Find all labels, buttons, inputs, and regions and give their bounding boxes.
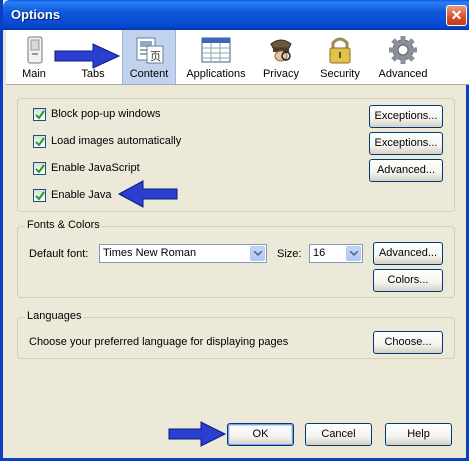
tab-advanced-label: Advanced	[378, 68, 428, 80]
block-popups-checkbox[interactable]	[33, 108, 46, 121]
images-exceptions-button[interactable]: Exceptions...	[369, 132, 443, 155]
languages-title: Languages	[25, 310, 84, 322]
javascript-label: Enable JavaScript	[51, 162, 140, 174]
languages-description: Choose your preferred language for displ…	[29, 336, 289, 348]
cancel-button[interactable]: Cancel	[305, 423, 372, 446]
tab-privacy[interactable]: Privacy	[258, 30, 304, 84]
chevron-down-icon[interactable]	[346, 246, 361, 261]
tab-main[interactable]: Main	[14, 30, 54, 84]
fonts-advanced-button[interactable]: Advanced...	[373, 242, 443, 265]
annotation-arrow-ok-icon	[168, 421, 227, 447]
block-popups-row[interactable]: Block pop-up windows	[33, 108, 253, 122]
default-font-value: Times New Roman	[103, 247, 197, 259]
window-title: Options	[11, 7, 61, 22]
default-font-select[interactable]: Times New Roman	[99, 244, 267, 263]
fonts-colors-title: Fonts & Colors	[25, 219, 102, 231]
java-label: Enable Java	[51, 189, 112, 201]
tab-content[interactable]: 页 Content	[122, 30, 176, 84]
load-images-label: Load images automatically	[51, 135, 182, 147]
font-size-select[interactable]: 16	[309, 244, 363, 263]
tab-security-label: Security	[320, 68, 360, 80]
java-checkbox[interactable]	[33, 189, 46, 202]
font-size-value: 16	[313, 247, 326, 259]
size-label: Size:	[277, 248, 302, 260]
load-images-row[interactable]: Load images automatically	[33, 135, 253, 149]
tab-applications[interactable]: Applications	[184, 30, 248, 84]
applications-icon	[201, 37, 231, 63]
tab-privacy-label: Privacy	[262, 68, 300, 80]
load-images-checkbox[interactable]	[33, 135, 46, 148]
annotation-arrow-left-icon	[117, 180, 178, 208]
help-button[interactable]: Help	[385, 423, 452, 446]
options-dialog: Options ✕ Main Tabs 页 Content Applicatio…	[0, 0, 469, 461]
main-icon	[27, 36, 43, 64]
check-icon	[35, 137, 45, 147]
colors-button[interactable]: Colors...	[373, 269, 443, 292]
close-icon: ✕	[450, 7, 463, 23]
block-popups-label: Block pop-up windows	[51, 108, 161, 120]
tab-advanced[interactable]: Advanced	[374, 30, 432, 84]
content-icon: 页	[136, 37, 164, 64]
title-bar[interactable]: Options ✕	[3, 0, 469, 30]
tab-content-label: Content	[129, 68, 169, 80]
chevron-down-icon[interactable]	[250, 246, 265, 261]
ok-button[interactable]: OK	[227, 423, 294, 446]
default-font-label: Default font:	[29, 248, 89, 260]
javascript-checkbox[interactable]	[33, 162, 46, 175]
privacy-icon	[270, 39, 292, 62]
popups-exceptions-button[interactable]: Exceptions...	[369, 105, 443, 128]
advanced-icon	[389, 36, 417, 64]
javascript-row[interactable]: Enable JavaScript	[33, 162, 253, 176]
check-icon	[35, 110, 45, 120]
choose-language-button[interactable]: Choose...	[373, 331, 443, 354]
javascript-advanced-button[interactable]: Advanced...	[369, 159, 443, 182]
tab-applications-label: Applications	[186, 68, 246, 80]
tab-main-label: Main	[22, 68, 46, 80]
check-icon	[35, 191, 45, 201]
tab-security[interactable]: Security	[312, 30, 368, 84]
close-button[interactable]: ✕	[446, 5, 467, 26]
security-icon	[329, 37, 351, 64]
svg-text:页: 页	[150, 50, 161, 63]
annotation-arrow-right-icon	[54, 43, 121, 69]
check-icon	[35, 164, 45, 174]
